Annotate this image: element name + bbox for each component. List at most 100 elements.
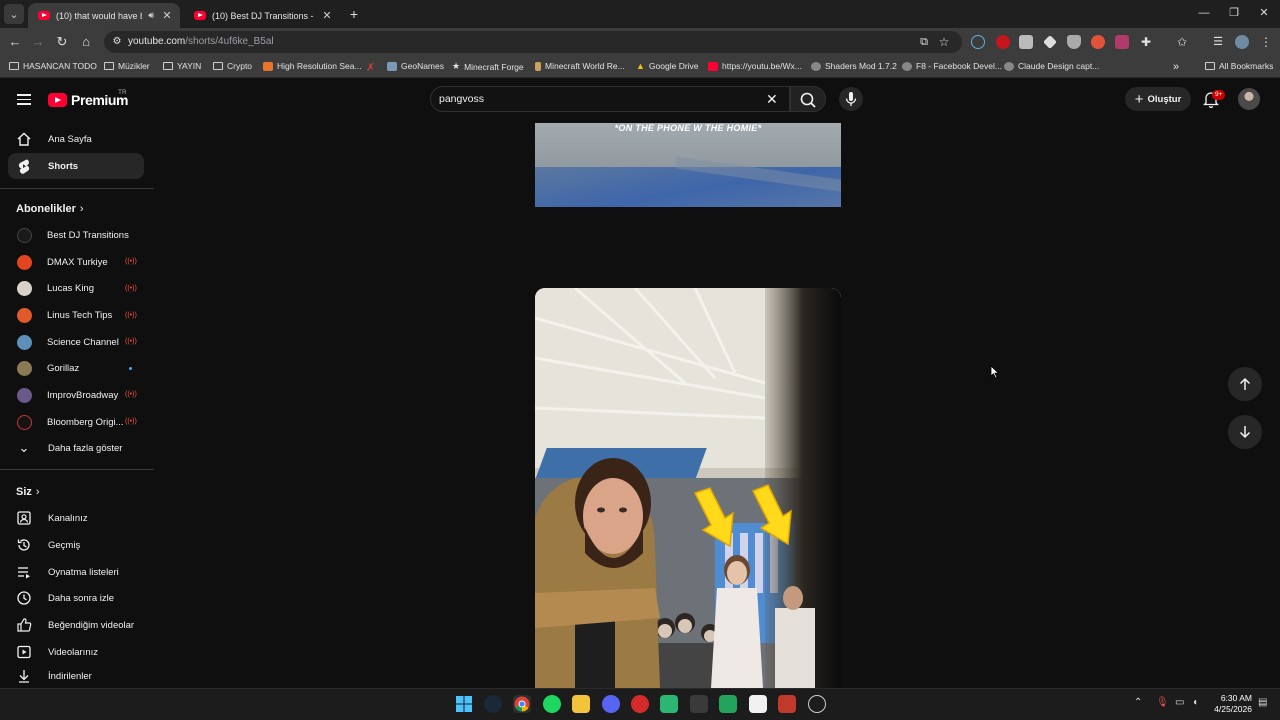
app-icon[interactable] bbox=[778, 695, 796, 713]
home-icon[interactable]: ⌂ bbox=[77, 33, 95, 51]
windows-start-icon[interactable] bbox=[455, 695, 473, 713]
voice-search-button[interactable] bbox=[839, 87, 863, 111]
close-tab-icon[interactable]: ✕ bbox=[160, 9, 174, 22]
bookmark-item[interactable]: ▲ Google Drive bbox=[636, 61, 699, 71]
shield-icon[interactable] bbox=[1067, 35, 1081, 49]
url-text[interactable]: youtube.com/shorts/4uf6ke_B5al bbox=[128, 36, 274, 47]
bookmark-item[interactable]: ★ Minecraft Forge bbox=[452, 61, 524, 72]
you-heading[interactable]: Siz › bbox=[16, 486, 40, 498]
bookmark-item[interactable]: F8 - Facebook Devel... bbox=[902, 61, 1002, 71]
chrome-taskbar-button[interactable] bbox=[513, 695, 531, 713]
sidebar-item-liked-videos[interactable]: Beğendiğim videolar bbox=[8, 612, 144, 638]
folder-icon bbox=[9, 62, 19, 70]
clear-search-icon[interactable]: ✕ bbox=[766, 91, 778, 108]
extension-icon[interactable] bbox=[971, 35, 985, 49]
tab-list-icon[interactable]: ☰ bbox=[1209, 33, 1227, 51]
site-info-icon[interactable]: ⚙ bbox=[108, 33, 126, 51]
new-tab-button[interactable]: + bbox=[344, 4, 364, 24]
tab-search-button[interactable]: ⌄ bbox=[4, 4, 24, 24]
tray-expand-icon[interactable]: ⌃ bbox=[1134, 697, 1142, 708]
sidebar-item-your-videos[interactable]: Videolarınız bbox=[8, 639, 144, 665]
bookmark-item[interactable]: GeoNames bbox=[387, 61, 444, 71]
sidebar-item-dmax-turkiye[interactable]: DMAX Turkiye bbox=[8, 249, 144, 275]
app-icon[interactable] bbox=[660, 695, 678, 713]
bookmark-star-icon[interactable]: ☆ bbox=[935, 33, 953, 51]
more-bookmarks-button[interactable]: » bbox=[1173, 61, 1179, 73]
favicon-icon bbox=[263, 61, 273, 71]
forward-icon[interactable]: → bbox=[29, 33, 47, 51]
bookmark-item[interactable]: High Resolution Sea... bbox=[263, 61, 362, 71]
sidebar-item-playlists[interactable]: Oynatma listeleri bbox=[8, 559, 144, 585]
app-icon[interactable] bbox=[690, 695, 708, 713]
search-input[interactable]: pangvoss bbox=[439, 93, 484, 105]
sidebar-item-improvbroadway[interactable]: ImprovBroadway bbox=[8, 382, 144, 408]
extension-icon[interactable] bbox=[996, 35, 1010, 49]
bookmark-item[interactable]: Claude Design capt... bbox=[1004, 61, 1099, 71]
clock[interactable]: 6:30 AM 4/25/2026 bbox=[1210, 693, 1252, 715]
bookmarks-panel-icon[interactable]: ✩ bbox=[1173, 33, 1191, 51]
sidebar-item-science-channel[interactable]: Science Channel bbox=[8, 329, 144, 355]
sidebar-item-history[interactable]: Geçmiş bbox=[8, 532, 144, 558]
microphone-tray-icon[interactable]: 🎙︎ bbox=[1156, 697, 1169, 708]
volume-icon[interactable]: ◖ bbox=[1192, 697, 1198, 708]
bookmark-item[interactable]: HASANCAN TODO bbox=[9, 61, 97, 71]
audio-icon[interactable]: 🔊︎ bbox=[148, 10, 154, 21]
app-icon[interactable] bbox=[749, 695, 767, 713]
search-button[interactable] bbox=[790, 86, 826, 112]
network-icon[interactable]: ▭ bbox=[1175, 697, 1184, 708]
bookmark-item[interactable]: https://youtu.be/Wx... bbox=[708, 61, 802, 71]
tab-inactive[interactable]: (10) Best DJ Transitions - YouTu ✕ bbox=[184, 3, 340, 28]
live-indicator-icon: ((•)) bbox=[125, 258, 137, 265]
youtube-logo[interactable]: Premium TR bbox=[48, 89, 129, 108]
all-bookmarks-button[interactable]: All Bookmarks bbox=[1205, 61, 1273, 71]
subscriptions-heading[interactable]: Abonelikler › bbox=[16, 203, 84, 215]
sidebar-item-bloomberg-originals[interactable]: Bloomberg Origi... bbox=[8, 409, 144, 435]
close-tab-icon[interactable]: ✕ bbox=[320, 9, 334, 22]
extension-icon[interactable] bbox=[1115, 35, 1129, 49]
app-icon[interactable] bbox=[631, 695, 649, 713]
spotify-icon[interactable] bbox=[543, 695, 561, 713]
bookmark-item[interactable]: Shaders Mod 1.7.2 bbox=[811, 61, 897, 71]
back-icon[interactable]: ← bbox=[6, 33, 24, 51]
bookmark-item[interactable]: ✗ bbox=[366, 61, 375, 74]
avatar[interactable] bbox=[1238, 88, 1260, 110]
notification-center-icon[interactable]: ▤ bbox=[1258, 697, 1267, 708]
sidebar-item-home[interactable]: Ana Sayfa bbox=[8, 126, 144, 152]
short-video-current[interactable] bbox=[535, 288, 841, 688]
bookmark-item[interactable]: Crypto bbox=[213, 61, 252, 71]
app-icon[interactable] bbox=[719, 695, 737, 713]
search-box[interactable] bbox=[430, 86, 790, 112]
extension-icon[interactable] bbox=[1019, 35, 1033, 49]
menu-kebab-icon[interactable]: ⋮ bbox=[1257, 33, 1275, 51]
steam-icon[interactable] bbox=[484, 695, 502, 713]
sidebar-item-watch-later[interactable]: Daha sonra izle bbox=[8, 585, 144, 611]
sidebar-item-downloads[interactable]: İndirilenler bbox=[8, 665, 144, 687]
short-video-previous[interactable]: *ON THE PHONE W THE HOMIE* bbox=[535, 123, 841, 207]
restore-icon[interactable]: ❐ bbox=[1219, 4, 1249, 22]
sidebar-item-lucas-king[interactable]: Lucas King bbox=[8, 275, 144, 301]
install-icon[interactable]: ⧉ bbox=[915, 33, 933, 51]
next-short-button[interactable] bbox=[1228, 415, 1262, 449]
sidebar-item-linus-tech-tips[interactable]: Linus Tech Tips bbox=[8, 302, 144, 328]
sidebar-item-best-dj-transitions[interactable]: Best DJ Transitions bbox=[8, 222, 144, 248]
extension-icon[interactable] bbox=[1091, 35, 1105, 49]
tab-active[interactable]: (10) that would have been a 🔊︎ ✕ bbox=[28, 3, 180, 28]
sidebar-item-your-channel[interactable]: Kanalınız bbox=[8, 505, 144, 531]
minimize-icon[interactable]: — bbox=[1189, 4, 1219, 22]
sidebar-item-shorts[interactable]: Shorts bbox=[8, 153, 144, 179]
close-window-icon[interactable]: ✕ bbox=[1249, 4, 1279, 22]
profile-icon[interactable] bbox=[1235, 35, 1249, 49]
bookmark-item[interactable]: Minecraft World Re... bbox=[535, 61, 625, 71]
file-explorer-icon[interactable] bbox=[572, 695, 590, 713]
hamburger-menu-icon[interactable] bbox=[17, 94, 31, 105]
show-more-button[interactable]: ⌄ Daha fazla göster bbox=[8, 435, 144, 461]
previous-short-button[interactable] bbox=[1228, 367, 1262, 401]
app-icon[interactable] bbox=[808, 695, 826, 713]
discord-icon[interactable] bbox=[602, 695, 620, 713]
extensions-puzzle-icon[interactable]: ✚ bbox=[1137, 33, 1155, 51]
bookmark-item[interactable]: YAYIN bbox=[163, 61, 201, 71]
sidebar-item-gorillaz[interactable]: Gorillaz bbox=[8, 355, 144, 381]
reload-icon[interactable]: ↻ bbox=[53, 33, 71, 51]
create-button[interactable]: + Oluştur bbox=[1125, 87, 1191, 111]
bookmark-item[interactable]: Müzikler bbox=[104, 61, 150, 71]
